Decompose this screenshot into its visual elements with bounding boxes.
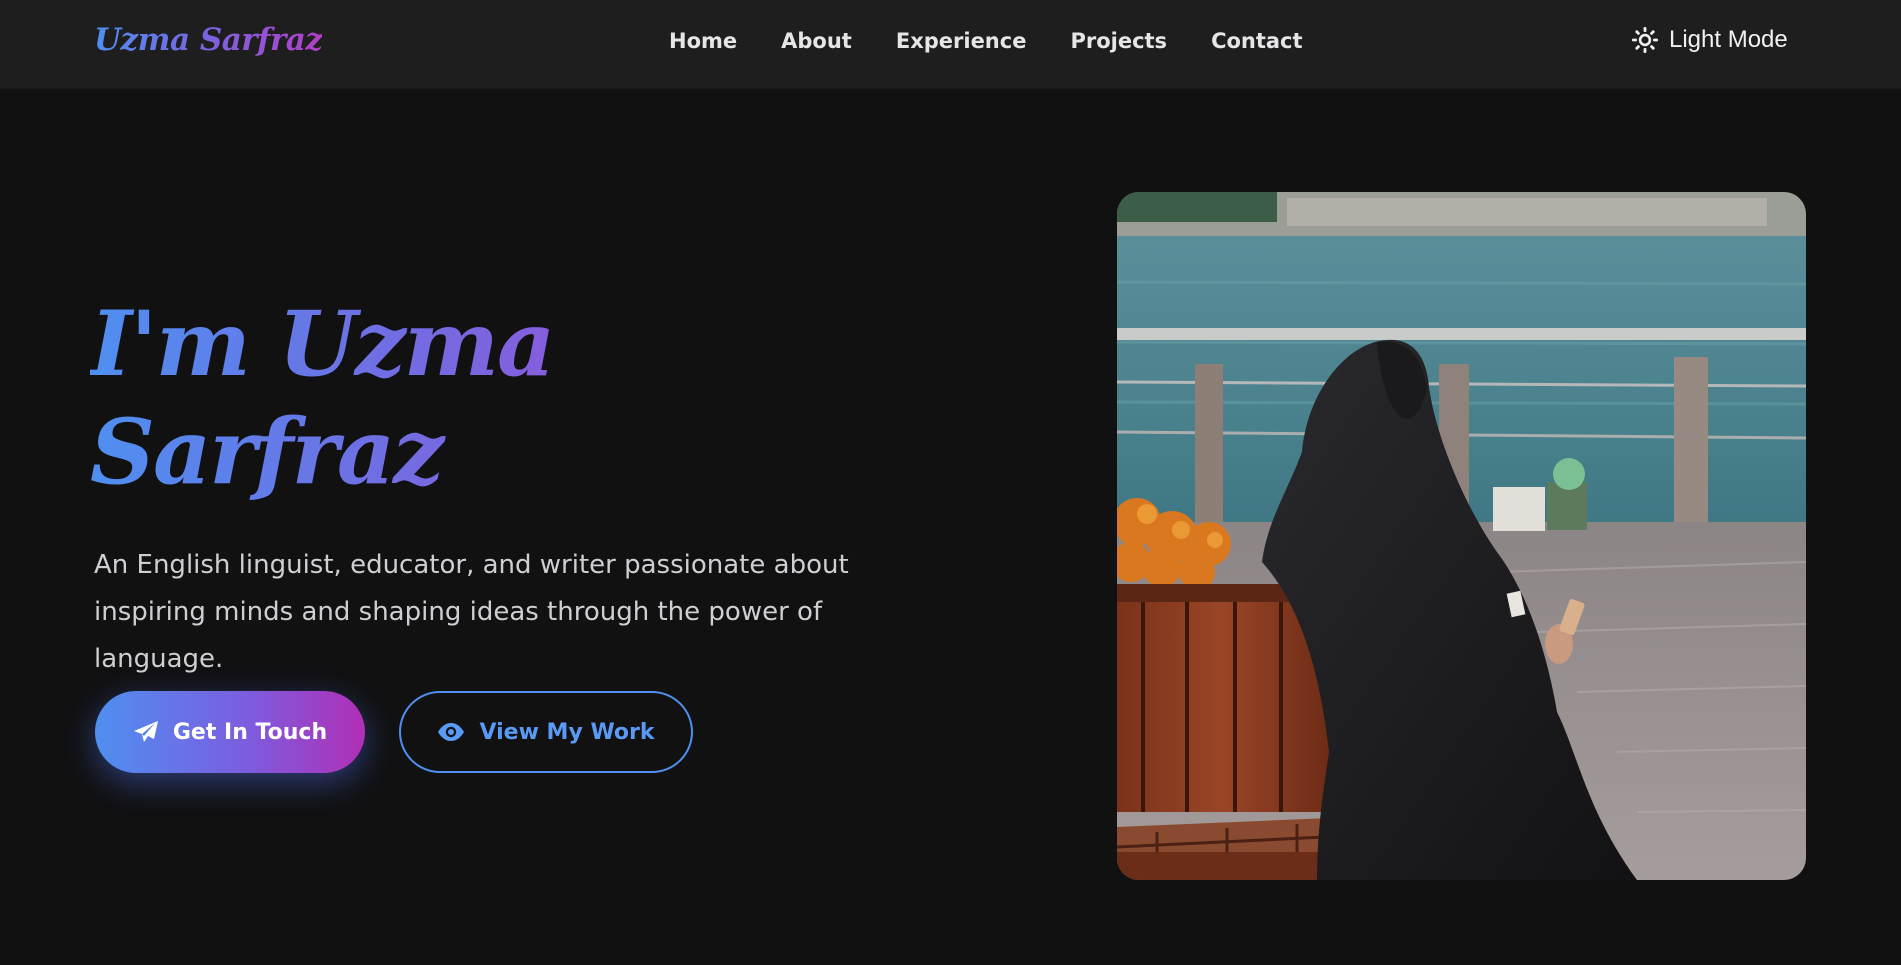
hero-description: An English linguist, educator, and write… bbox=[94, 550, 849, 674]
nav-link-home[interactable]: Home bbox=[669, 29, 737, 53]
hero-photo bbox=[1117, 192, 1806, 880]
paper-plane-icon bbox=[133, 720, 159, 744]
nav-link-about[interactable]: About bbox=[781, 29, 852, 53]
theme-toggle-label: Light Mode bbox=[1669, 26, 1788, 53]
site-logo[interactable]: Uzma Sarfraz bbox=[94, 22, 323, 58]
view-my-work-button[interactable]: View My Work bbox=[399, 691, 693, 773]
sun-icon bbox=[1631, 26, 1659, 54]
navbar: Uzma Sarfraz Home About Experience Proje… bbox=[0, 0, 1901, 88]
nav-link-projects[interactable]: Projects bbox=[1070, 29, 1167, 53]
main-nav: Home About Experience Projects Contact bbox=[669, 29, 1303, 53]
nav-link-experience[interactable]: Experience bbox=[896, 29, 1027, 53]
hero-title-line2: Sarfraz bbox=[90, 399, 443, 505]
nav-link-contact[interactable]: Contact bbox=[1211, 29, 1303, 53]
get-in-touch-label: Get In Touch bbox=[172, 719, 328, 745]
hero-title: I'm Uzma Sarfraz bbox=[90, 290, 730, 506]
view-my-work-label: View My Work bbox=[479, 719, 655, 745]
get-in-touch-button[interactable]: Get In Touch bbox=[95, 691, 365, 773]
theme-toggle-button[interactable]: Light Mode bbox=[1631, 26, 1788, 54]
hero-title-line1: I'm Uzma bbox=[90, 291, 554, 397]
eye-icon bbox=[437, 722, 465, 742]
